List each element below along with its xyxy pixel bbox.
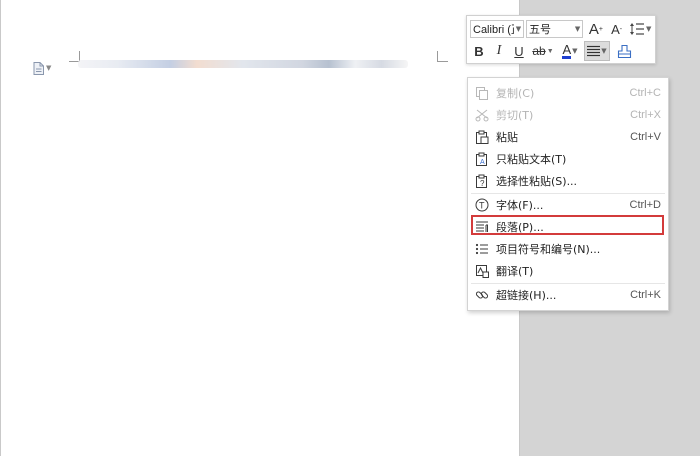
- grow-font-button[interactable]: A +: [586, 19, 606, 39]
- svg-text:?: ?: [480, 179, 485, 188]
- menu-item-bullets-numbering[interactable]: 项目符号和编号(N)...: [468, 238, 668, 260]
- copy-icon: [474, 85, 490, 101]
- document-icon: [33, 61, 44, 75]
- chevron-down-icon: ▼: [601, 47, 607, 55]
- menu-item-paste-special[interactable]: ? 选择性粘贴(S)...: [468, 170, 668, 192]
- font-icon: T: [474, 197, 490, 213]
- font-name-value: Calibri (正: [473, 24, 514, 36]
- underline-button[interactable]: U: [510, 41, 528, 61]
- menu-item-paste-text-only[interactable]: A 只粘贴文本(T): [468, 148, 668, 170]
- menu-item-paste[interactable]: 粘贴 Ctrl+V: [468, 126, 668, 148]
- menu-item-label: 选择性粘贴(S)...: [496, 175, 578, 188]
- bold-button[interactable]: B: [470, 41, 488, 61]
- document-page[interactable]: ▼: [0, 0, 520, 456]
- chevron-down-icon: ▼: [546, 47, 554, 55]
- blurred-content-strip: [78, 60, 408, 68]
- italic-button[interactable]: I: [490, 41, 508, 61]
- menu-item-copy[interactable]: 复制(C) Ctrl+C: [468, 82, 668, 104]
- line-spacing-icon: [630, 23, 644, 35]
- menu-item-paragraph[interactable]: 段落(P)...: [468, 216, 668, 238]
- align-justify-icon: [587, 45, 601, 57]
- paste-icon: [474, 129, 490, 145]
- menu-item-label: 翻译(T): [496, 265, 534, 278]
- mini-toolbar: Calibri (正 ▼ 五号 ▼ A+ A- ▼ B I U: [466, 15, 656, 64]
- paste-special-icon: ?: [474, 173, 490, 189]
- margin-corner-mark-right: [437, 51, 448, 62]
- chevron-down-icon: ▼: [646, 25, 652, 33]
- page-edge: [0, 0, 1, 456]
- font-color-button[interactable]: A ▼: [558, 41, 582, 61]
- svg-text:T: T: [479, 201, 485, 211]
- menu-item-label: 项目符号和编号(N)...: [496, 243, 601, 256]
- bullets-icon: [474, 241, 490, 257]
- menu-item-label: 段落(P)...: [496, 221, 544, 234]
- svg-text:A: A: [480, 159, 485, 166]
- cut-icon: [474, 107, 490, 123]
- font-size-combo[interactable]: 五号 ▼: [526, 20, 584, 38]
- menu-item-shortcut: Ctrl+K: [630, 289, 661, 301]
- menu-item-translate[interactable]: 翻译(T): [468, 260, 668, 282]
- menu-item-font[interactable]: T 字体(F)... Ctrl+D: [468, 194, 668, 216]
- menu-item-label: 复制(C): [496, 87, 535, 100]
- menu-item-shortcut: Ctrl+C: [629, 87, 661, 99]
- paste-options-button[interactable]: ▼: [33, 61, 55, 75]
- chevron-down-icon: ▼: [574, 25, 581, 33]
- context-menu: 复制(C) Ctrl+C 剪切(T) Ctrl+X 粘贴 Ctrl+V A 只粘…: [467, 77, 669, 311]
- menu-item-shortcut: Ctrl+V: [630, 131, 661, 143]
- line-spacing-button[interactable]: ▼: [628, 19, 652, 39]
- chevron-down-icon: ▼: [572, 47, 578, 55]
- menu-item-hyperlink[interactable]: 超链接(H)... Ctrl+K: [468, 284, 668, 306]
- strikethrough-label: ab: [532, 44, 546, 58]
- chevron-down-icon: ▼: [515, 25, 522, 33]
- menu-item-shortcut: Ctrl+D: [629, 199, 661, 211]
- paragraph-icon: [474, 219, 490, 235]
- menu-item-label: 粘贴: [496, 131, 518, 144]
- grow-font-label: A: [588, 20, 599, 38]
- chevron-down-icon: ▼: [46, 64, 52, 72]
- menu-item-label: 字体(F)...: [496, 199, 544, 212]
- menu-item-shortcut: Ctrl+X: [630, 109, 661, 121]
- font-size-value: 五号: [529, 24, 551, 36]
- menu-item-label: 只粘贴文本(T): [496, 153, 567, 166]
- font-color-label: A: [562, 42, 572, 59]
- format-painter-button[interactable]: [614, 41, 634, 61]
- align-button[interactable]: ▼: [584, 41, 610, 61]
- shrink-font-label: A: [611, 21, 620, 37]
- menu-item-label: 剪切(T): [496, 109, 534, 122]
- shrink-font-sup: -: [619, 25, 623, 33]
- translate-icon: [474, 263, 490, 279]
- shrink-font-button[interactable]: A-: [607, 19, 627, 39]
- paste-text-icon: A: [474, 151, 490, 167]
- menu-item-cut[interactable]: 剪切(T) Ctrl+X: [468, 104, 668, 126]
- font-name-combo[interactable]: Calibri (正 ▼: [470, 20, 524, 38]
- strikethrough-button[interactable]: ab ▼: [530, 41, 556, 61]
- hyperlink-icon: [474, 287, 490, 303]
- grow-font-sup: +: [598, 25, 603, 33]
- menu-item-label: 超链接(H)...: [496, 289, 557, 302]
- format-painter-icon: [617, 44, 631, 58]
